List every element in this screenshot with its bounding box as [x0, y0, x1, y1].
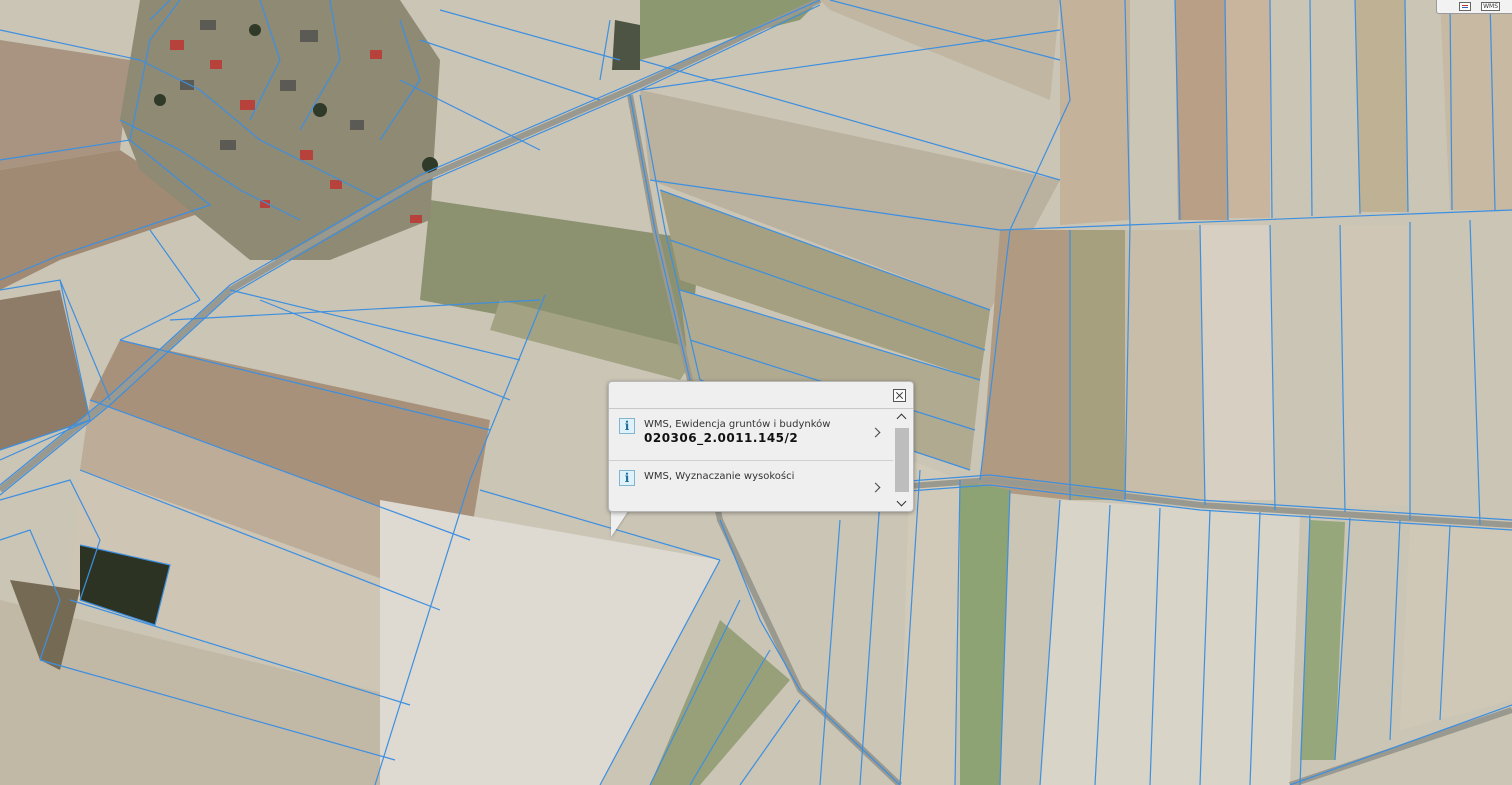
wms-layers-button[interactable]: WMS: [1481, 2, 1500, 11]
popup-pointer: [611, 510, 629, 537]
scrollbar-thumb[interactable]: [895, 428, 909, 492]
info-icon: i: [619, 418, 635, 434]
popup-scrollbar[interactable]: [894, 409, 910, 512]
legend-icon[interactable]: [1459, 2, 1472, 11]
chevron-up-icon[interactable]: [896, 413, 907, 424]
popup-header: [609, 382, 913, 409]
result-item-title: WMS, Ewidencja gruntów i budynków: [644, 419, 831, 430]
result-item-title: WMS, Wyznaczanie wysokości: [644, 471, 795, 482]
popup-results-list: i WMS, Ewidencja gruntów i budynków 0203…: [609, 409, 893, 512]
close-icon[interactable]: [893, 389, 906, 402]
info-icon: i: [619, 470, 635, 486]
feature-info-popup: i WMS, Ewidencja gruntów i budynków 0203…: [608, 381, 914, 512]
result-item-wysokosci[interactable]: i WMS, Wyznaczanie wysokości: [609, 460, 893, 511]
chevron-right-icon[interactable]: [870, 427, 881, 438]
chevron-down-icon[interactable]: [896, 496, 907, 507]
map-mini-toolbar: WMS: [1436, 0, 1512, 14]
parcel-id: 020306_2.0011.145/2: [644, 431, 799, 445]
chevron-right-icon[interactable]: [870, 482, 881, 493]
result-item-ewidencja[interactable]: i WMS, Ewidencja gruntów i budynków 0203…: [609, 409, 893, 460]
